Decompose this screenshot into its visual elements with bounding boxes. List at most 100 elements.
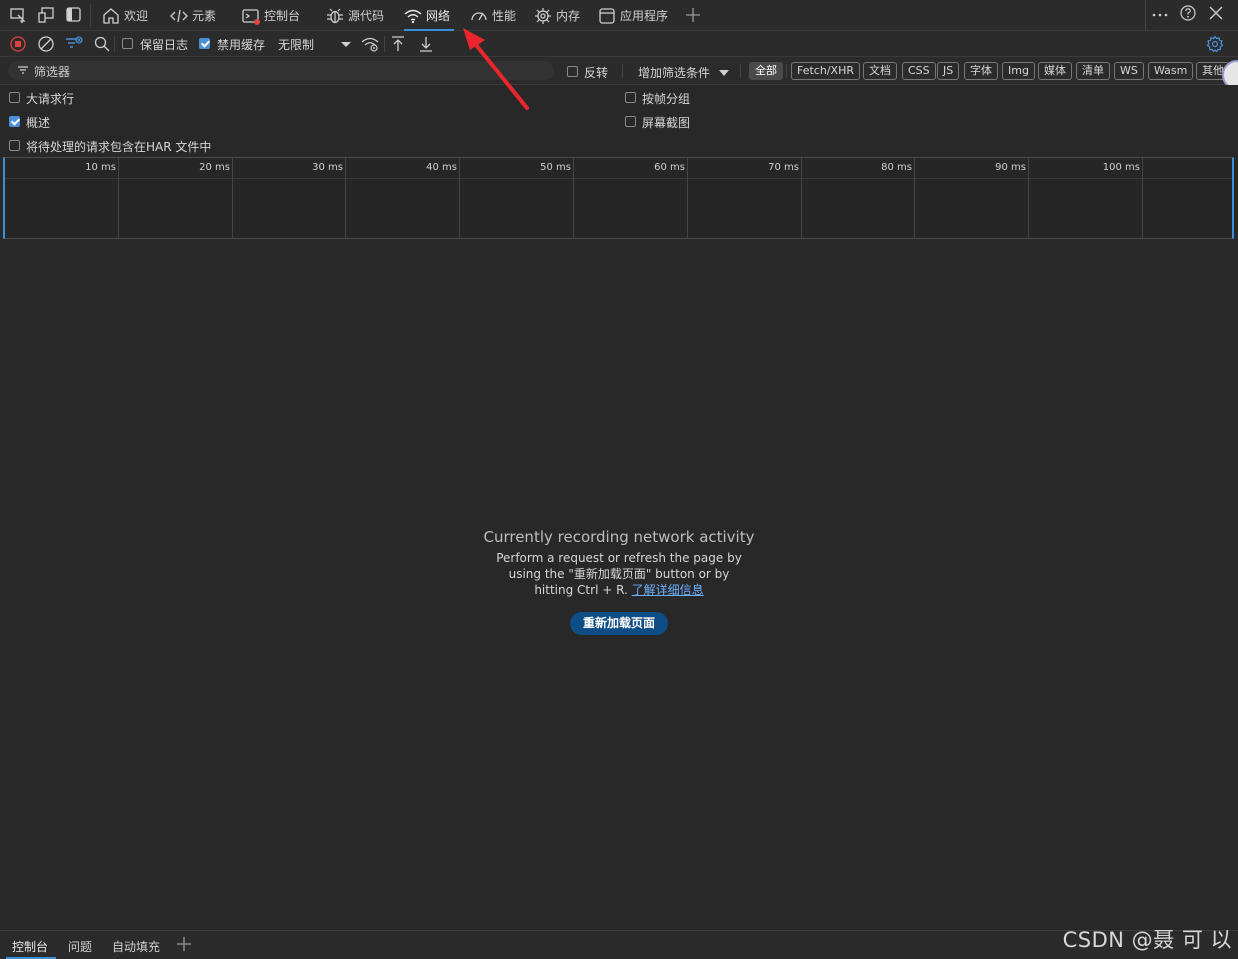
timeline-tick-label: 30 ms	[312, 162, 343, 173]
timeline-gridline	[573, 158, 574, 238]
tab-welcome[interactable]: 欢迎	[102, 0, 148, 31]
chevron-down-icon[interactable]	[337, 35, 355, 53]
tab-console[interactable]: 控制台	[242, 0, 300, 31]
type-filter-ws[interactable]: WS	[1114, 62, 1144, 80]
invert-checkbox[interactable]	[567, 66, 578, 77]
memory-icon	[534, 7, 552, 25]
timeline-gridline	[345, 158, 346, 238]
import-har-icon[interactable]	[389, 35, 407, 53]
bug-icon	[326, 7, 344, 25]
filter-divider	[740, 64, 741, 78]
learn-more-link[interactable]: 了解详细信息	[632, 583, 704, 597]
timeline-gridline	[459, 158, 460, 238]
disable-cache-checkbox[interactable]	[199, 38, 210, 49]
filter-divider	[622, 64, 623, 78]
timeline-tick-label: 20 ms	[199, 162, 230, 173]
type-filter-all[interactable]: 全部	[749, 62, 783, 80]
gauge-icon	[470, 7, 488, 25]
code-icon	[170, 7, 188, 25]
tab-label: 源代码	[348, 9, 385, 23]
timeline-overview[interactable]: 10 ms 20 ms 30 ms 40 ms 50 ms 60 ms 70 ms 80 ms…	[3, 157, 1234, 239]
type-filter-doc[interactable]: 文档	[863, 62, 897, 80]
preserve-log-checkbox[interactable]	[122, 38, 133, 49]
throttling-select[interactable]: 无限制	[278, 36, 314, 53]
filter-lines-icon	[17, 64, 29, 76]
tab-divider	[90, 4, 91, 27]
big-rows-label: 大请求行	[26, 92, 75, 106]
timeline-tick-label: 80 ms	[881, 162, 912, 173]
type-filter-css[interactable]: CSS	[902, 62, 936, 80]
timeline-tick-label: 60 ms	[654, 162, 685, 173]
type-filter-wasm[interactable]: Wasm	[1148, 62, 1194, 80]
group-by-frame-checkbox[interactable]	[625, 92, 636, 103]
tab-application[interactable]: 应用程序	[598, 0, 668, 31]
drawer-tab-console[interactable]: 控制台	[12, 938, 48, 955]
type-filter-js[interactable]: JS	[937, 62, 960, 80]
filter-toggle-icon[interactable]	[65, 35, 83, 53]
timeline-tick-label: 70 ms	[768, 162, 799, 173]
empty-state: Currently recording network activity Per…	[0, 528, 1238, 635]
reload-page-button[interactable]: 重新加载页面	[569, 612, 668, 635]
filter-divider	[786, 64, 787, 78]
toolbar-divider	[384, 36, 385, 52]
add-tab-icon[interactable]	[176, 936, 192, 952]
tab-divider	[1145, 0, 1146, 31]
clear-icon[interactable]	[37, 35, 55, 53]
filter-input[interactable]: 筛选器	[8, 61, 554, 80]
tab-performance[interactable]: 性能	[470, 0, 516, 31]
tab-sources[interactable]: 源代码	[326, 0, 384, 31]
type-filter-img[interactable]: Img	[1002, 62, 1035, 80]
dock-sidebar-icon[interactable]	[65, 6, 83, 24]
tab-memory[interactable]: 内存	[534, 0, 580, 31]
chevron-down-icon[interactable]	[717, 66, 731, 80]
timeline-gridline	[1142, 158, 1143, 238]
timeline-tick-label: 10 ms	[85, 162, 116, 173]
add-filter-button[interactable]: 增加筛选条件	[638, 64, 710, 81]
include-pending-har-label: 将待处理的请求包含在HAR 文件中	[26, 140, 212, 154]
big-rows-checkbox[interactable]	[9, 92, 20, 103]
tab-label: 控制台	[264, 9, 301, 23]
timeline-gridline	[1028, 158, 1029, 238]
tab-label: 应用程序	[620, 9, 669, 23]
timeline-tick-label: 100 ms	[1102, 162, 1140, 173]
drawer-tab-autofill[interactable]: 自动填充	[112, 938, 160, 955]
timeline-tick-label: 40 ms	[426, 162, 457, 173]
console-icon	[242, 7, 260, 25]
timeline-gridline	[232, 158, 233, 238]
search-icon[interactable]	[93, 35, 111, 53]
tab-label: 欢迎	[124, 9, 149, 23]
tab-label: 网络	[426, 9, 451, 23]
overview-checkbox[interactable]	[9, 116, 20, 127]
timeline-tick-label: 90 ms	[995, 162, 1026, 173]
record-stop-icon[interactable]	[9, 35, 27, 53]
device-emulation-icon[interactable]	[37, 6, 55, 24]
export-har-icon[interactable]	[417, 35, 435, 53]
filter-placeholder: 筛选器	[34, 65, 71, 79]
screenshots-checkbox[interactable]	[625, 116, 636, 127]
inspect-element-icon[interactable]	[9, 6, 27, 24]
type-filter-manifest[interactable]: 清单	[1076, 62, 1110, 80]
timeline-gridline	[914, 158, 915, 238]
drawer-tab-issues[interactable]: 问题	[68, 938, 92, 955]
tab-label: 内存	[556, 9, 581, 23]
empty-state-title: Currently recording network activity	[483, 528, 755, 546]
include-pending-har-checkbox[interactable]	[9, 140, 20, 151]
timeline-gridline	[118, 158, 119, 238]
more-options-icon[interactable]	[1151, 6, 1169, 24]
empty-state-line: Perform a request or refresh the page by	[496, 551, 742, 565]
type-filter-media[interactable]: 媒体	[1038, 62, 1072, 80]
close-icon[interactable]	[1207, 4, 1225, 22]
tab-elements[interactable]: 元素	[170, 0, 216, 31]
tab-network[interactable]: 网络	[404, 0, 455, 31]
type-filter-font[interactable]: 字体	[964, 62, 998, 80]
drawer-tab-bar: 控制台 问题 自动填充	[0, 930, 1238, 959]
timeline-tick-label: 50 ms	[540, 162, 571, 173]
timeline-gridline	[687, 158, 688, 238]
help-icon[interactable]	[1179, 4, 1197, 22]
empty-state-line: using the "重新加载页面" button or by	[508, 567, 730, 581]
add-tab-icon[interactable]	[684, 6, 702, 24]
tab-label: 元素	[192, 9, 217, 23]
type-filter-fetch-xhr[interactable]: Fetch/XHR	[791, 62, 860, 80]
settings-gear-icon[interactable]	[1206, 35, 1224, 53]
network-conditions-icon[interactable]	[361, 35, 379, 53]
